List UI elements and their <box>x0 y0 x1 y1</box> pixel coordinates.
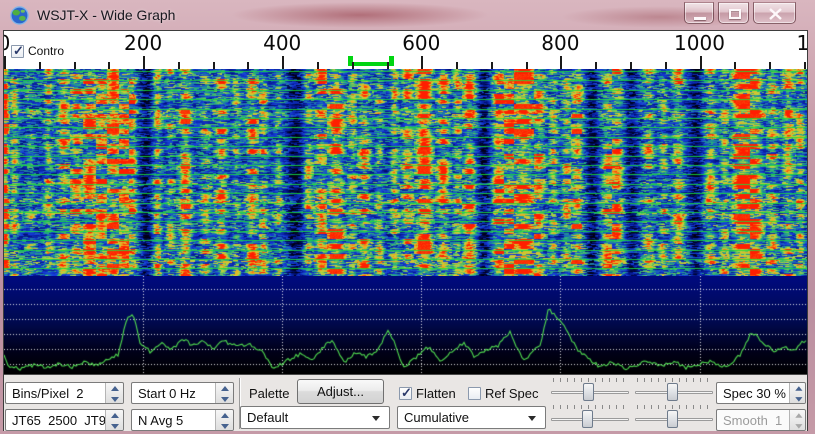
scale-tick <box>526 62 528 69</box>
scale-label: 400 <box>263 31 301 55</box>
display-mode-value: Cumulative <box>404 410 469 425</box>
window-title: WSJT-X - Wide Graph <box>37 7 175 23</box>
scale-tick <box>143 56 145 69</box>
frequency-scale[interactable]: Contro 0 200 400 600 800 1000 1200 <box>4 31 807 69</box>
scale-tick <box>491 62 493 69</box>
n-avg-value[interactable]: N Avg 5 <box>132 410 215 430</box>
control-panel: Bins/Pixel 2 Start 0 Hz JT65 2500 JT9 N … <box>4 374 807 431</box>
slider-thumb[interactable] <box>667 410 678 428</box>
spin-up-button[interactable] <box>106 383 123 393</box>
bins-pixel-value[interactable]: Bins/Pixel 2 <box>6 383 105 403</box>
scale-tick <box>317 62 319 69</box>
scale-tick <box>804 62 806 69</box>
scale-tick <box>282 56 284 69</box>
start-freq-spinner[interactable]: Start 0 Hz <box>131 382 234 404</box>
spec-percent-spinner[interactable]: Spec 30 % <box>716 382 806 404</box>
app-icon <box>10 6 29 25</box>
scale-label: 200 <box>124 31 162 55</box>
maximize-button[interactable] <box>718 2 749 24</box>
scale-tick <box>108 62 110 69</box>
smooth-value: Smooth 1 <box>717 410 789 430</box>
minimize-button[interactable] <box>684 2 714 24</box>
palette-select[interactable]: Default <box>240 406 390 429</box>
display-mode-select[interactable]: Cumulative <box>397 406 546 429</box>
spec-gain-slider[interactable] <box>635 378 713 404</box>
checkbox-box <box>11 45 24 58</box>
bins-pixel-spinner[interactable]: Bins/Pixel 2 <box>5 382 124 404</box>
checkbox-box <box>468 387 481 400</box>
palette-label: Palette <box>249 386 289 401</box>
scale-tick <box>352 62 354 69</box>
caption-buttons <box>684 2 796 24</box>
scale-tick <box>74 62 76 69</box>
wf-gain-slider[interactable] <box>551 378 629 404</box>
scale-tick <box>421 56 423 69</box>
palette-select-value: Default <box>247 410 288 425</box>
close-button[interactable] <box>753 2 796 24</box>
start-freq-value[interactable]: Start 0 Hz <box>132 383 215 403</box>
scale-tick <box>595 62 597 69</box>
controls-checkbox-label: Contro <box>28 44 64 58</box>
wide-graph-content: Contro 0 200 400 600 800 1000 1200 Bins/Pixel … <box>3 30 808 431</box>
n-avg-spinner[interactable]: N Avg 5 <box>131 409 234 431</box>
scale-tick <box>560 56 562 69</box>
scale-tick <box>39 62 41 69</box>
jt65-jt9-value[interactable]: JT65 2500 JT9 <box>6 410 105 430</box>
maximize-icon <box>729 9 741 19</box>
scale-tick <box>4 56 6 69</box>
smooth-spinner: Smooth 1 <box>716 409 806 431</box>
title-bar[interactable]: WSJT-X - Wide Graph <box>0 0 815 30</box>
chevron-down-icon <box>372 416 380 421</box>
scale-label: 600 <box>402 31 440 55</box>
spin-up-button[interactable] <box>106 410 123 420</box>
scale-label: 1000 <box>674 31 725 55</box>
spin-up-button[interactable] <box>216 383 233 393</box>
scale-tick <box>456 62 458 69</box>
scale-label: 800 <box>541 31 579 55</box>
wf-zero-slider[interactable] <box>551 405 629 431</box>
scale-tick <box>700 56 702 69</box>
jt65-jt9-split-spinner[interactable]: JT65 2500 JT9 <box>5 409 124 431</box>
spin-up-button[interactable] <box>216 410 233 420</box>
window: WSJT-X - Wide Graph Contro 0 200 400 600 800… <box>0 0 815 434</box>
slider-thumb[interactable] <box>582 410 593 428</box>
scale-tick <box>769 62 771 69</box>
scale-label: 0 <box>4 31 10 55</box>
flatten-checkbox[interactable]: Flatten <box>399 386 456 401</box>
scale-label: 1200 <box>797 31 807 55</box>
spec-zero-slider[interactable] <box>635 405 713 431</box>
spin-down-button[interactable] <box>106 420 123 430</box>
spectrum-display[interactable] <box>4 276 807 374</box>
controls-checkbox[interactable]: Contro <box>11 44 64 58</box>
scale-tick <box>387 62 389 69</box>
spin-down-button[interactable] <box>216 393 233 403</box>
scale-tick <box>734 62 736 69</box>
scale-tick <box>665 62 667 69</box>
scale-tick <box>213 62 215 69</box>
ref-spec-checkbox[interactable]: Ref Spec <box>468 386 538 401</box>
scale-tick <box>630 62 632 69</box>
checkbox-box <box>399 387 412 400</box>
minimize-icon <box>694 17 706 20</box>
spin-down-button[interactable] <box>791 394 805 403</box>
spin-down-button[interactable] <box>106 393 123 403</box>
spin-down-button[interactable] <box>216 420 233 430</box>
spin-up-button <box>791 411 805 420</box>
scale-tick <box>247 62 249 69</box>
chevron-down-icon <box>528 416 536 421</box>
adjust-button[interactable]: Adjust... <box>297 379 384 404</box>
slider-thumb[interactable] <box>667 383 678 401</box>
flatten-label: Flatten <box>416 386 456 401</box>
slider-thumb[interactable] <box>583 383 594 401</box>
spin-up-button[interactable] <box>791 384 805 393</box>
scale-tick <box>178 62 180 69</box>
spec-percent-value[interactable]: Spec 30 % <box>717 383 789 403</box>
close-icon <box>768 8 783 20</box>
spin-down-button <box>791 421 805 430</box>
waterfall-display[interactable] <box>4 69 807 276</box>
ref-spec-label: Ref Spec <box>485 386 538 401</box>
